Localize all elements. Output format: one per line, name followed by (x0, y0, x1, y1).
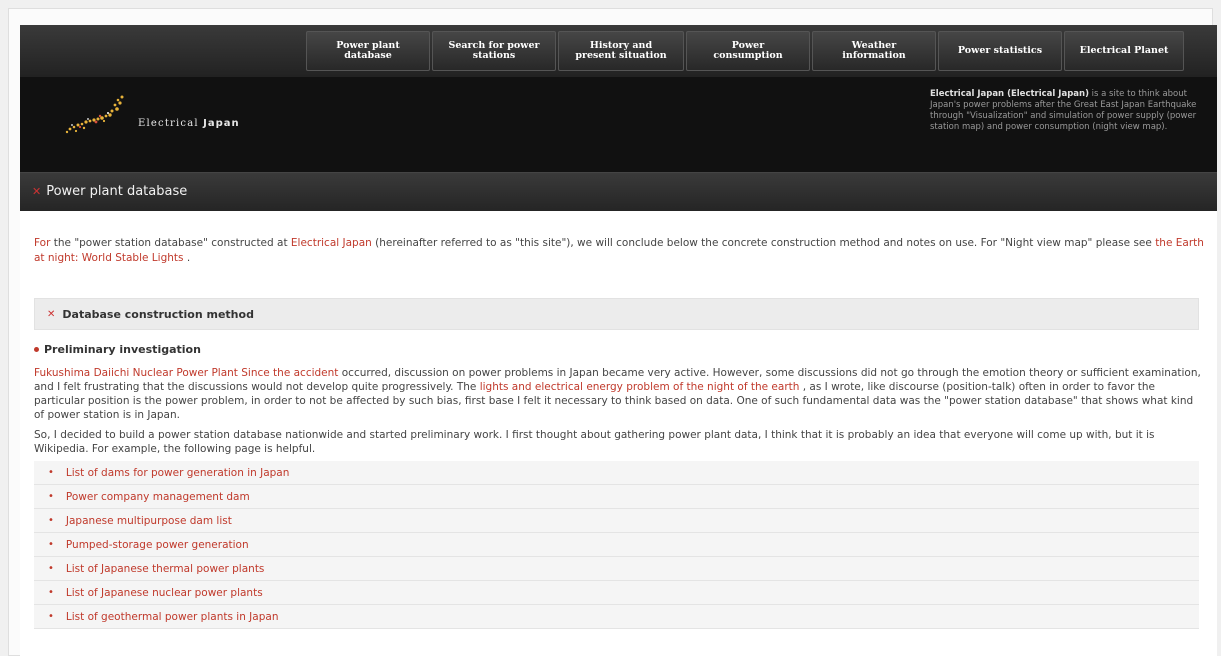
bullet-icon: • (48, 467, 54, 478)
bullet-icon: • (48, 515, 54, 526)
nav-history-present-situation[interactable]: History and present situation (558, 31, 684, 71)
link-power-company-dam[interactable]: Power company management dam (66, 491, 250, 503)
bullet-icon: • (48, 491, 54, 502)
bullet-icon: • (48, 563, 54, 574)
nav-power-consumption[interactable]: Power consumption (686, 31, 810, 71)
database-construction-title: Database construction method (62, 307, 254, 321)
logo-text-regular: Electrical (138, 118, 204, 129)
link-multipurpose-dam-list[interactable]: Japanese multipurpose dam list (66, 515, 232, 527)
main-nav: Power plant database Search for power st… (306, 31, 1186, 71)
nav-power-statistics[interactable]: Power statistics (938, 31, 1062, 71)
list-item: • Power company management dam (34, 485, 1199, 509)
page-title-text: Power plant database (46, 184, 188, 199)
intro-for-link[interactable]: For (34, 237, 50, 249)
list-item: • List of Japanese nuclear power plants (34, 581, 1199, 605)
site-logo-text[interactable]: Electrical Japan (138, 118, 240, 129)
top-nav-bar: Power plant database Search for power st… (20, 25, 1217, 77)
bullet-icon: • (48, 587, 54, 598)
section-title-bar: ✕ Power plant database (20, 172, 1217, 211)
nav-search-power-stations[interactable]: Search for power stations (432, 31, 556, 71)
list-item: • Japanese multipurpose dam list (34, 509, 1199, 533)
list-item: • List of dams for power generation in Ja… (34, 461, 1199, 485)
wikipedia-link-list: • List of dams for power generation in Ja… (34, 461, 1199, 629)
link-geothermal-power-plants[interactable]: List of geothermal power plants in Japan (66, 611, 279, 623)
list-item: • List of Japanese thermal power plants (34, 557, 1199, 581)
database-construction-heading: ✕ Database construction method (34, 298, 1199, 330)
intro-paragraph: For the "power station database" constru… (34, 236, 1206, 266)
lights-energy-problem-link[interactable]: lights and electrical energy problem of … (480, 381, 800, 393)
page: Power plant database Search for power st… (20, 25, 1217, 656)
nav-weather-information[interactable]: Weather information (812, 31, 936, 71)
electrical-japan-link[interactable]: Electrical Japan (291, 237, 372, 249)
intro-text-2: (hereinafter referred to as "this site")… (371, 237, 1156, 249)
intro-text-1: the "power station database" constructed… (50, 237, 291, 249)
site-description-title: Electrical Japan (Electrical Japan) (930, 89, 1089, 99)
list-item: • Pumped-storage power generation (34, 533, 1199, 557)
japan-map-dots-icon[interactable] (60, 91, 130, 141)
intro-text-3: . (183, 252, 191, 264)
preliminary-paragraph-2: So, I decided to build a power station d… (34, 429, 1155, 455)
fukushima-accident-link[interactable]: Fukushima Daiichi Nuclear Power Plant Si… (34, 367, 338, 379)
nav-electrical-planet[interactable]: Electrical Planet (1064, 31, 1184, 71)
site-description: Electrical Japan (Electrical Japan) is a… (930, 89, 1200, 133)
x-mark-icon: ✕ (32, 185, 42, 198)
bullet-dot-icon (34, 347, 39, 352)
logo-text-bold: Japan (203, 118, 240, 129)
link-thermal-power-plants[interactable]: List of Japanese thermal power plants (66, 563, 265, 575)
preliminary-paragraph-1: Fukushima Daiichi Nuclear Power Plant Si… (34, 366, 1206, 422)
link-pumped-storage[interactable]: Pumped-storage power generation (66, 539, 249, 551)
x-mark-icon: ✕ (47, 308, 56, 320)
preliminary-investigation-title: Preliminary investigation (44, 343, 201, 356)
bullet-icon: • (48, 611, 54, 622)
preliminary-investigation-heading: Preliminary investigation (34, 343, 201, 356)
link-dams-power-generation[interactable]: List of dams for power generation in Jap… (66, 467, 290, 479)
page-title: ✕ Power plant database (32, 184, 187, 199)
nav-power-plant-database[interactable]: Power plant database (306, 31, 430, 71)
link-nuclear-power-plants[interactable]: List of Japanese nuclear power plants (66, 587, 263, 599)
list-item: • List of geothermal power plants in Japa… (34, 605, 1199, 629)
bullet-icon: • (48, 539, 54, 550)
